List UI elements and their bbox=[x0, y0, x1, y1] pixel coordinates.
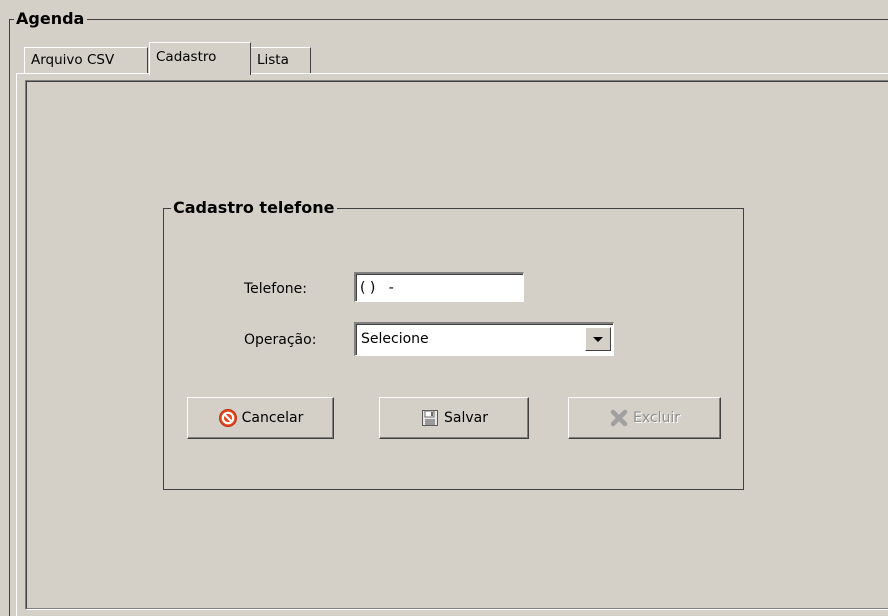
save-button[interactable]: Salvar bbox=[379, 397, 529, 439]
cadastro-telefone-title: Cadastro telefone bbox=[171, 198, 338, 218]
save-button-label: Salvar bbox=[444, 410, 488, 426]
cancel-icon bbox=[218, 408, 238, 428]
tab-lista[interactable]: Lista bbox=[250, 47, 311, 73]
delete-button-label: Excluir bbox=[633, 410, 680, 426]
agenda-title: Agenda bbox=[14, 9, 88, 29]
telefone-label: Telefone: bbox=[244, 281, 307, 297]
floppy-disk-icon bbox=[420, 408, 440, 428]
operacao-label: Operação: bbox=[244, 332, 317, 348]
chevron-down-icon[interactable] bbox=[585, 327, 611, 351]
operacao-select[interactable]: Selecione bbox=[354, 322, 614, 356]
tab-cadastro[interactable]: Cadastro bbox=[149, 42, 251, 75]
delete-button[interactable]: Excluir bbox=[568, 397, 721, 439]
operacao-selected-value: Selecione bbox=[361, 331, 429, 347]
cancel-button-label: Cancelar bbox=[241, 410, 304, 426]
tab-arquivo-csv[interactable]: Arquivo CSV bbox=[24, 47, 148, 73]
cancel-button[interactable]: Cancelar bbox=[187, 397, 334, 439]
delete-x-icon bbox=[609, 408, 629, 428]
telefone-input[interactable]: ( ) - bbox=[354, 272, 524, 302]
